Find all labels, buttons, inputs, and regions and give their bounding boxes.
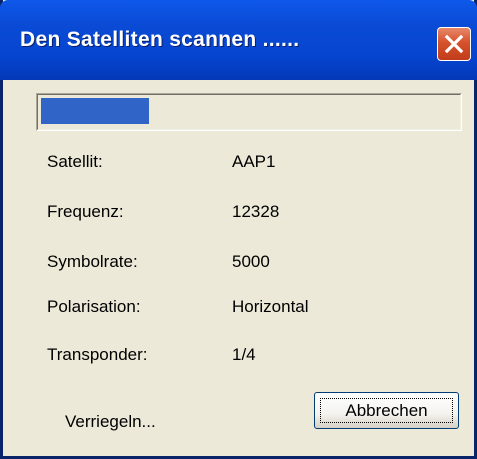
transponder-value: 1/4 xyxy=(232,345,256,364)
frequency-value: 12328 xyxy=(232,202,280,221)
scan-progress-bar xyxy=(36,93,462,131)
close-button[interactable] xyxy=(437,27,471,61)
title-bar[interactable]: Den Satelliten scannen ...... xyxy=(0,0,477,80)
lock-link[interactable]: Verriegeln... xyxy=(65,412,156,432)
polarisation-value: Horizontal xyxy=(232,297,309,316)
cancel-button-label: Abbrechen xyxy=(345,401,428,420)
polarisation-label: Polarisation: xyxy=(47,297,141,316)
satellite-label: Satellit: xyxy=(47,152,103,171)
cancel-button[interactable]: Abbrechen xyxy=(314,392,459,429)
close-icon xyxy=(444,34,464,54)
symbolrate-label: Symbolrate: xyxy=(47,252,138,271)
symbolrate-value: 5000 xyxy=(232,252,270,271)
scan-dialog: Den Satelliten scannen ...... Satellit: … xyxy=(0,0,477,459)
satellite-value: AAP1 xyxy=(232,152,276,171)
transponder-label: Transponder: xyxy=(47,345,148,364)
window-title: Den Satelliten scannen ...... xyxy=(20,28,300,51)
progress-fill xyxy=(41,98,149,124)
frequency-label: Frequenz: xyxy=(47,202,124,221)
